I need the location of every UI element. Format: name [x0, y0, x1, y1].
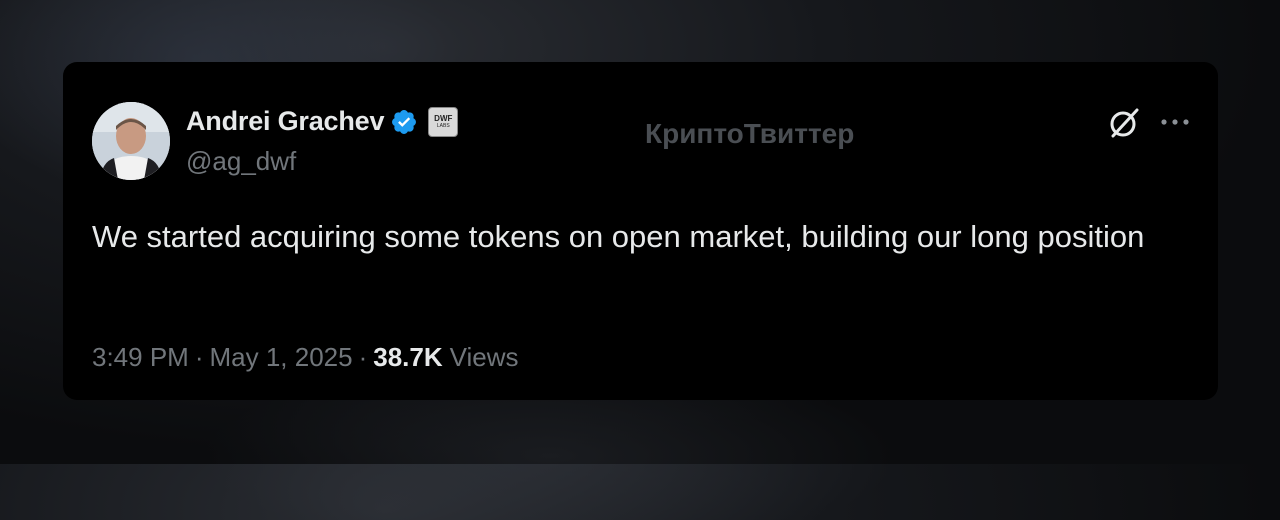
avatar-image: [92, 102, 170, 180]
tweet-text: We started acquiring some tokens on open…: [92, 219, 1145, 254]
tweet-date[interactable]: May 1, 2025: [210, 342, 353, 373]
affiliate-badge-text: DWF: [434, 113, 453, 123]
avatar[interactable]: [92, 102, 170, 180]
author-row: Andrei Grachev DWF LABS: [186, 106, 459, 137]
affiliate-badge[interactable]: DWF LABS: [428, 106, 459, 137]
meta-separator: ·: [194, 342, 204, 372]
views-label: Views: [449, 342, 519, 372]
tweet-card[interactable]: Andrei Grachev DWF LABS @ag_dwf КриптоТв…: [63, 62, 1218, 400]
verified-badge-icon[interactable]: [390, 108, 418, 136]
tweet-time[interactable]: 3:49 PM: [92, 342, 189, 373]
affiliate-badge-subtext: LABS: [436, 122, 450, 129]
tweet-meta: 3:49 PM · May 1, 2025 · 38.7K Views: [92, 342, 519, 373]
views-count[interactable]: 38.7K: [373, 342, 442, 373]
grok-icon[interactable]: [1107, 106, 1141, 140]
author-name[interactable]: Andrei Grachev: [186, 106, 384, 137]
meta-separator: ·: [358, 342, 368, 372]
watermark: КриптоТвиттер: [645, 118, 855, 149]
author-handle[interactable]: @ag_dwf: [186, 146, 296, 177]
more-options-icon[interactable]: [1158, 114, 1192, 130]
